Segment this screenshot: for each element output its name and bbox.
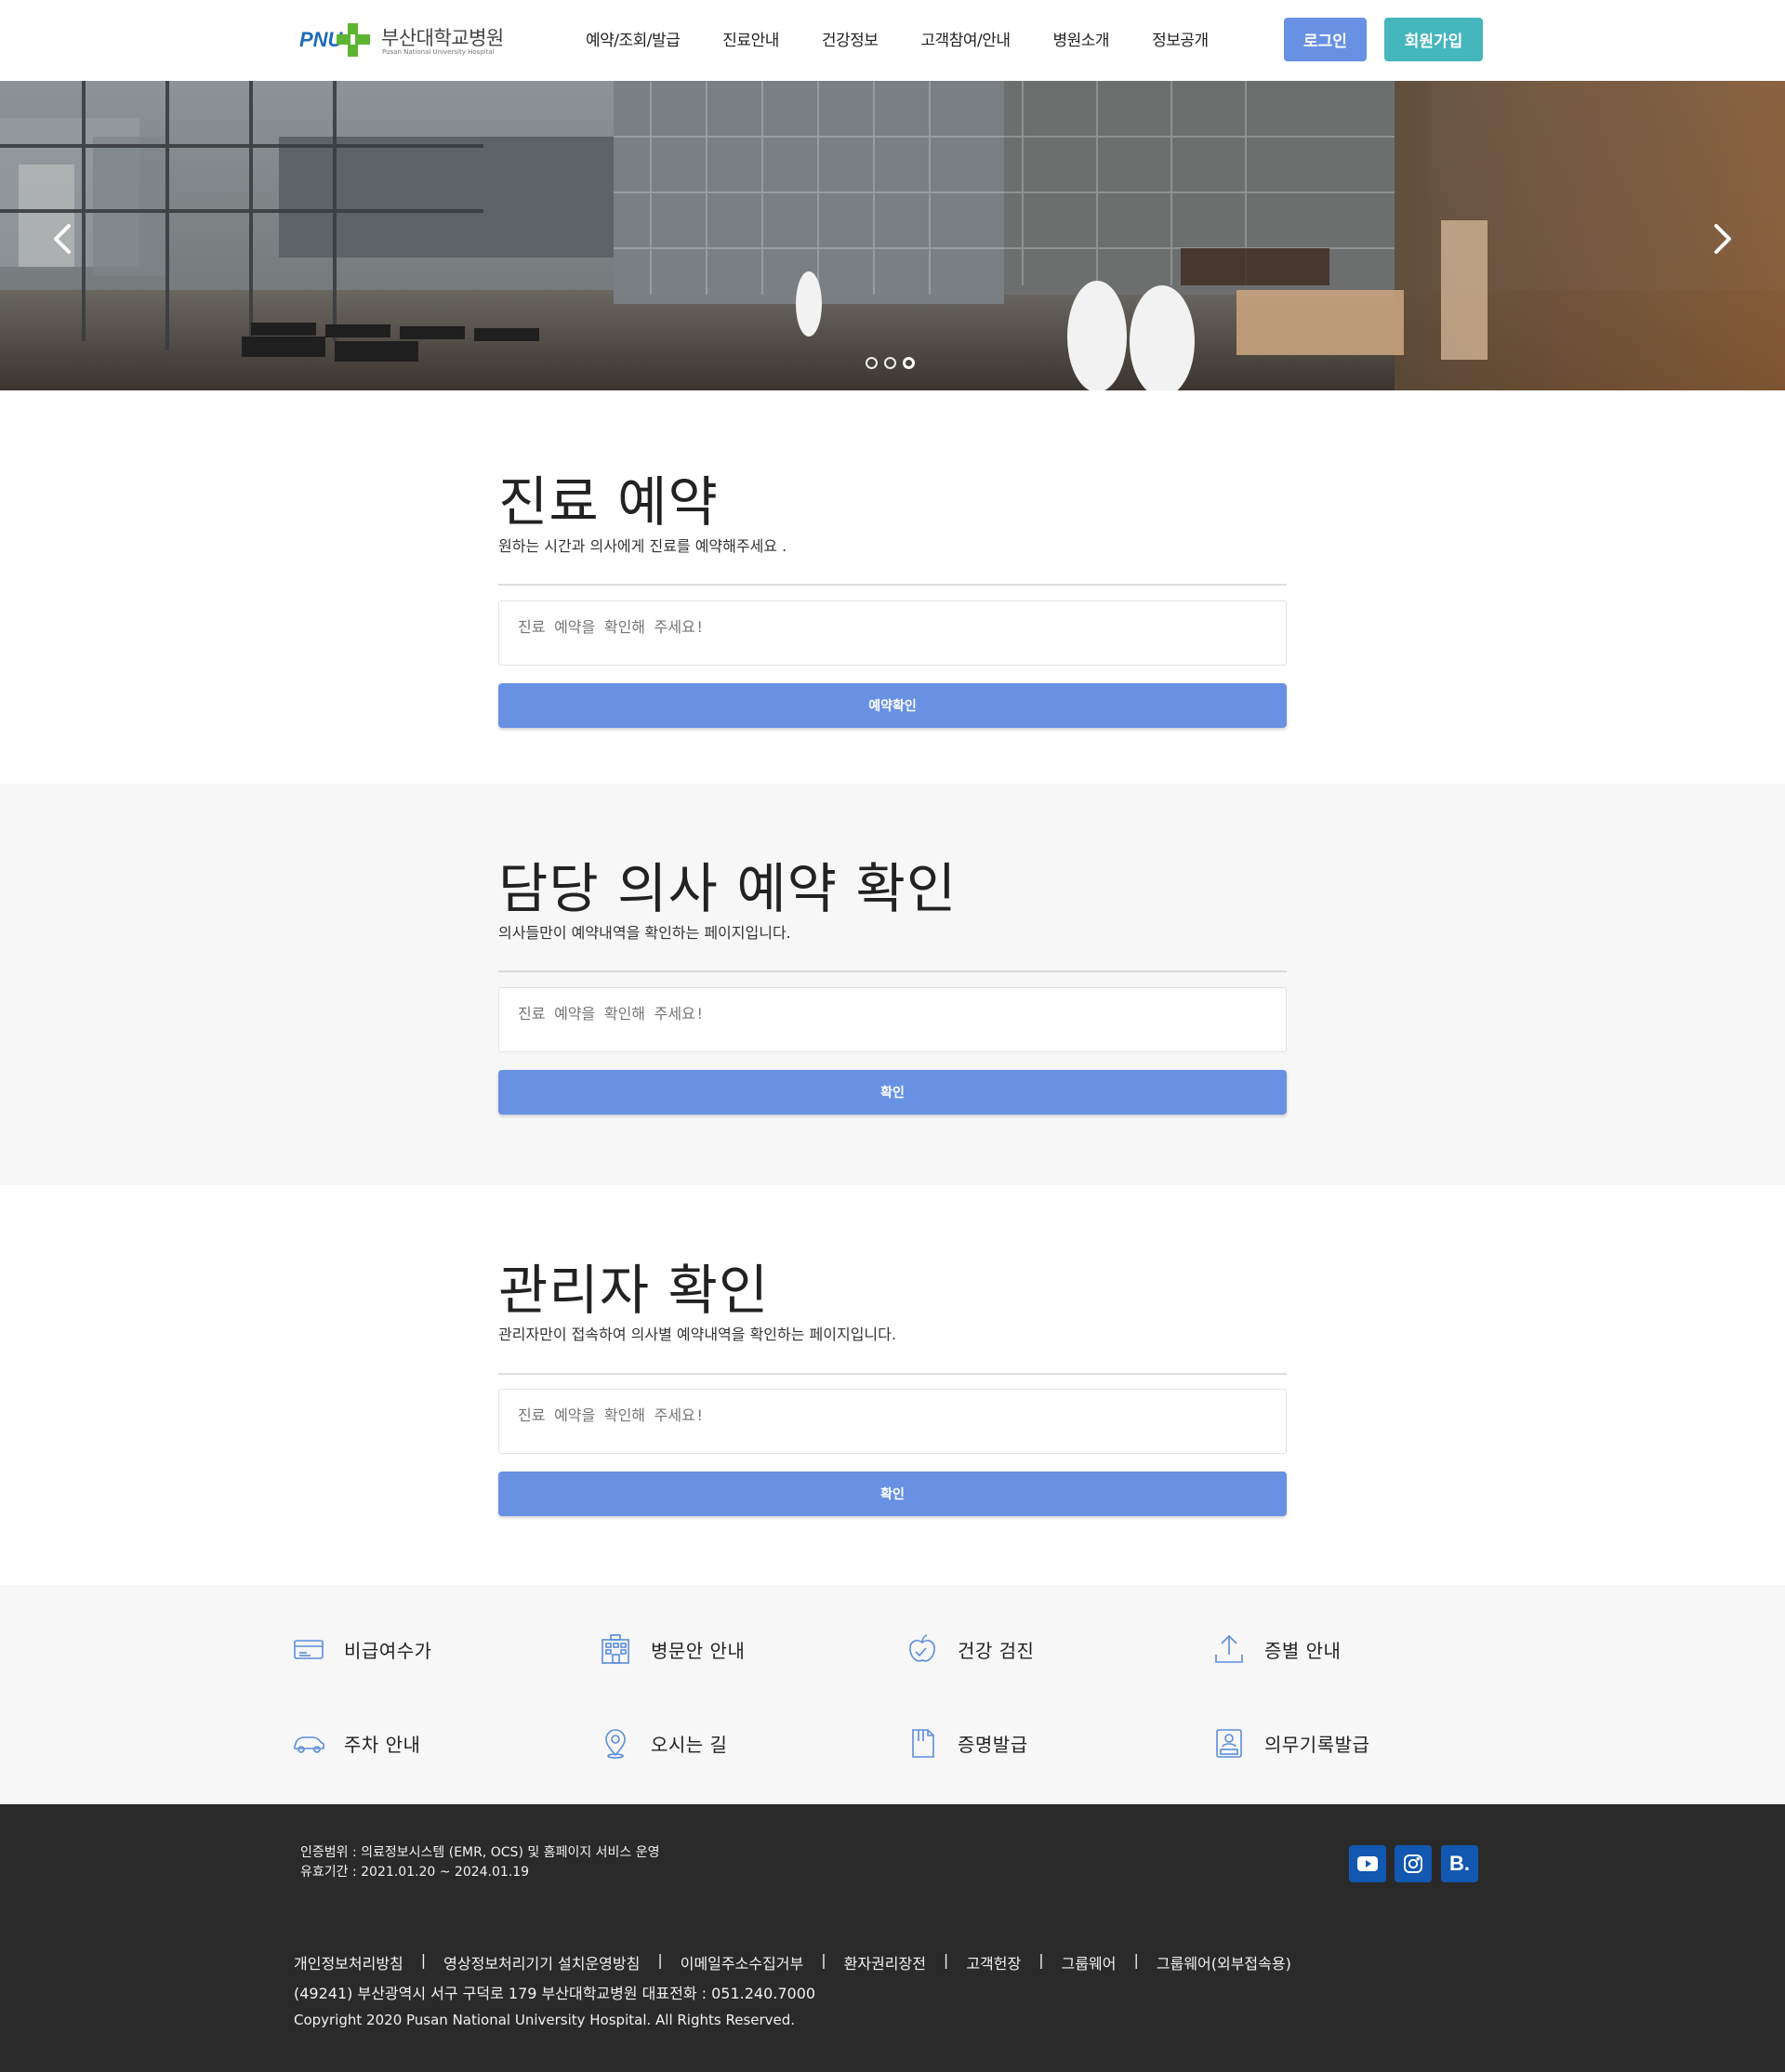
footer-address: (49241) 부산광역시 서구 구덕로 179 부산대학교병원 대표전화 : …: [294, 1985, 816, 2002]
footer-copyright: Copyright 2020 Pusan National University…: [294, 2012, 796, 2028]
car-icon: [294, 1736, 324, 1753]
footer-separator: |: [657, 1951, 663, 1969]
doctor-check-input[interactable]: [498, 987, 1287, 1052]
admin-check-input[interactable]: [498, 1389, 1287, 1454]
nav-item-reservation[interactable]: 예약/조회/발급: [586, 27, 681, 55]
footer-separator: |: [1038, 1951, 1044, 1969]
footer-link-patient-rights[interactable]: 환자권리장전: [844, 1951, 926, 1973]
pnuh-logo-mark: PNU: [299, 23, 370, 57]
footer-separator: |: [821, 1951, 826, 1969]
quick-link-label: 주차 안내: [344, 1733, 421, 1756]
nav-item-treatment[interactable]: 진료안내: [722, 27, 779, 55]
admin-check-section: 관리자 확인 관리자만이 접속하여 의사별 예약내역을 확인하는 페이지입니다.…: [0, 1185, 1785, 1585]
quick-link-label: 병문안 안내: [651, 1639, 746, 1662]
quick-link-label: 증명발급: [958, 1733, 1028, 1756]
carousel-indicators: [866, 357, 915, 369]
section-title: 관리자 확인: [498, 1259, 770, 1322]
footer-link-groupware[interactable]: 그룹웨어: [1062, 1951, 1117, 1973]
footer-separator: |: [420, 1951, 427, 1969]
admin-confirm-button[interactable]: 확인: [498, 1472, 1287, 1516]
section-description: 관리자만이 접속하여 의사별 예약내역을 확인하는 페이지입니다.: [498, 1326, 896, 1343]
site-header: PNU 부산대학교병원 Pusan National University Ho…: [0, 0, 1785, 81]
carousel-prev-icon[interactable]: [48, 220, 76, 257]
doctor-check-section: 담당 의사 예약 확인 의사들만이 예약내역을 확인하는 페이지입니다. 확인: [0, 784, 1785, 1185]
certification-scope: 인증범위 : 의료정보시스템 (EMR, OCS) 및 홈페이지 서비스 운영: [300, 1845, 660, 1860]
quick-link-directions[interactable]: 오시는 길: [599, 1726, 727, 1760]
footer-separator: |: [1133, 1951, 1139, 1969]
doctor-confirm-button[interactable]: 확인: [498, 1070, 1287, 1115]
apple-icon: [909, 1634, 935, 1662]
section-description: 원하는 시간과 의사에게 진료를 예약해주세요 .: [498, 537, 787, 555]
upload-icon: [1215, 1634, 1243, 1663]
youtube-button[interactable]: [1349, 1845, 1386, 1882]
nav-item-about[interactable]: 병원소개: [1053, 27, 1110, 55]
reservation-input[interactable]: [498, 600, 1287, 666]
footer-links: 개인정보처리방침 | 영상정보처리기기 설치운영방침 | 이메일주소수집거부 |…: [294, 1951, 1291, 1973]
certification-info: 인증범위 : 의료정보시스템 (EMR, OCS) 및 홈페이지 서비스 운영 …: [300, 1843, 660, 1882]
section-description: 의사들만이 예약내역을 확인하는 페이지입니다.: [498, 924, 791, 942]
carousel-next-icon[interactable]: [1709, 220, 1737, 257]
record-icon: [1216, 1729, 1242, 1758]
main-nav: 예약/조회/발급 진료안내 건강정보 고객참여/안내 병원소개 정보공개: [586, 27, 1251, 55]
quick-link-certificate[interactable]: 증명발급: [906, 1726, 1028, 1760]
document-icon: [912, 1729, 934, 1758]
hero-carousel: [0, 81, 1785, 390]
section-divider: [498, 970, 1287, 972]
login-button[interactable]: 로그인: [1284, 18, 1367, 61]
quick-link-label: 증별 안내: [1264, 1639, 1342, 1662]
quick-link-visit[interactable]: 병문안 안내: [599, 1632, 745, 1666]
youtube-icon: [1357, 1856, 1378, 1871]
quick-link-parking[interactable]: 주차 안내: [292, 1726, 420, 1760]
logo-text: 부산대학교병원: [381, 27, 504, 49]
carousel-dot-2[interactable]: [884, 357, 896, 369]
carousel-dot-3-active[interactable]: [903, 357, 915, 369]
footer-link-cctv[interactable]: 영상정보처리기기 설치운영방침: [443, 1951, 640, 1973]
map-pin-icon: [605, 1729, 626, 1759]
quick-link-label: 비급여수가: [344, 1639, 432, 1662]
signup-button[interactable]: 회원가입: [1384, 18, 1483, 61]
footer-link-groupware-external[interactable]: 그룹웨어(외부접속용): [1157, 1951, 1291, 1973]
section-title: 진료 예약: [498, 470, 719, 534]
hero-lobby-image: [0, 81, 1785, 390]
certification-period: 유효기간 : 2021.01.20 ~ 2024.01.19: [300, 1865, 530, 1880]
nav-item-disclosure[interactable]: 정보공개: [1152, 27, 1209, 55]
section-divider: [498, 584, 1287, 586]
footer-separator: |: [943, 1951, 949, 1969]
quick-link-label: 오시는 길: [651, 1733, 728, 1756]
reservation-section: 진료 예약 원하는 시간과 의사에게 진료를 예약해주세요 . 예약확인: [0, 390, 1785, 784]
logo-subtext: Pusan National University Hospital: [382, 48, 495, 56]
reservation-confirm-button[interactable]: 예약확인: [498, 683, 1287, 728]
quick-link-medical-record[interactable]: 의무기록발급: [1212, 1726, 1369, 1760]
quick-link-checkup[interactable]: 건강 검진: [906, 1632, 1034, 1666]
quick-link-label: 의무기록발급: [1264, 1733, 1370, 1756]
footer-link-customer-charter[interactable]: 고객헌장: [966, 1951, 1021, 1973]
building-icon: [602, 1634, 629, 1664]
instagram-button[interactable]: [1395, 1845, 1432, 1882]
section-divider: [498, 1373, 1287, 1375]
footer-link-email-refusal[interactable]: 이메일주소수집거부: [681, 1951, 803, 1973]
quick-link-fee[interactable]: 비급여수가: [292, 1632, 432, 1666]
section-title: 담당 의사 예약 확인: [498, 857, 958, 920]
card-icon: [294, 1640, 324, 1659]
nav-item-customer[interactable]: 고객참여/안내: [920, 27, 1011, 55]
quick-link-label: 건강 검진: [958, 1639, 1035, 1662]
instagram-icon: [1404, 1854, 1422, 1873]
nav-item-health-info[interactable]: 건강정보: [822, 27, 879, 55]
quick-links: 비급여수가 병문안 안내 건강 검진 증별 안내 주차 안내 오시는 길 증명발…: [0, 1585, 1785, 1804]
hospital-logo[interactable]: PNU 부산대학교병원 Pusan National University Ho…: [299, 19, 504, 61]
blog-button[interactable]: B.: [1441, 1845, 1478, 1882]
blog-icon: B.: [1449, 1852, 1470, 1875]
carousel-dot-1[interactable]: [866, 357, 878, 369]
quick-link-disease[interactable]: 증별 안내: [1212, 1632, 1341, 1666]
footer-link-privacy[interactable]: 개인정보처리방침: [294, 1951, 403, 1973]
site-footer: 인증범위 : 의료정보시스템 (EMR, OCS) 및 홈페이지 서비스 운영 …: [0, 1804, 1785, 2072]
